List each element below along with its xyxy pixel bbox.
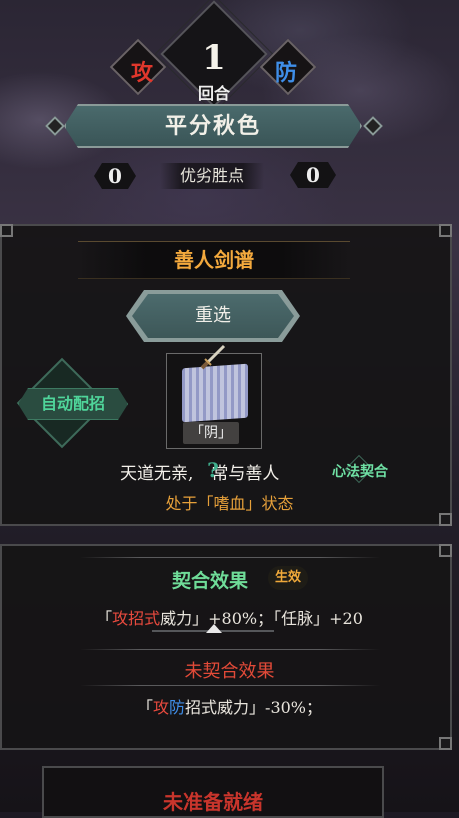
corner-ornament bbox=[439, 513, 452, 526]
round-number: 1 bbox=[202, 38, 226, 78]
nomatch-effect-text: 招式威力」-30%； bbox=[185, 698, 323, 717]
card-tag: 「阴」 bbox=[183, 422, 239, 444]
divider bbox=[80, 649, 380, 650]
nomatch-title: 未契合效果 bbox=[184, 661, 275, 682]
match-effect-text: 威力」+80%；「任脉」+20 bbox=[160, 609, 363, 628]
slider-marker[interactable] bbox=[206, 624, 222, 633]
round-label: 回合 bbox=[197, 84, 230, 103]
help-icon[interactable]: ? bbox=[204, 459, 222, 481]
attack-label: 攻 bbox=[130, 60, 153, 86]
divider bbox=[80, 557, 380, 558]
auto-assign-button[interactable]: 自动配招 bbox=[18, 388, 128, 420]
match-title: 契合效果 bbox=[171, 570, 248, 592]
divider bbox=[80, 685, 380, 686]
motto-part-a: 天道无亲, bbox=[120, 464, 194, 484]
scroll-icon bbox=[182, 363, 248, 423]
advantage-label: 优劣胜点 bbox=[160, 163, 264, 189]
sword-icon bbox=[200, 344, 226, 370]
corner-ornament bbox=[439, 544, 452, 557]
attack-text: 攻 bbox=[153, 698, 170, 717]
defense-label: 防 bbox=[274, 60, 297, 86]
xinfa-badge[interactable]: 心法契合 bbox=[320, 460, 400, 484]
skill-motto: 天道无亲, 常与善人 bbox=[120, 459, 340, 484]
bracket: 「 bbox=[136, 698, 153, 717]
corner-ornament bbox=[439, 737, 452, 750]
effect-active-badge: 生效 bbox=[268, 566, 308, 590]
state-line: 处于「嗜血」状态 bbox=[165, 494, 294, 513]
ready-status[interactable]: 未准备就绪 bbox=[42, 786, 384, 815]
reselect-button[interactable]: 重选 bbox=[132, 294, 294, 338]
attack-move-text: 攻招式 bbox=[112, 609, 161, 628]
right-score: 0 bbox=[290, 162, 336, 188]
left-score: 0 bbox=[94, 163, 136, 189]
bracket: 「 bbox=[96, 609, 113, 628]
defense-text: 防 bbox=[169, 698, 186, 717]
corner-ornament bbox=[439, 224, 452, 237]
nomatch-effect-line: 「攻防招式威力」-30%； bbox=[0, 694, 459, 718]
status-banner: 平分秋色 bbox=[164, 113, 261, 139]
match-effect-line: 「攻招式威力」+80%；「任脉」+20 bbox=[0, 605, 459, 629]
skill-title: 善人剑谱 bbox=[78, 241, 350, 279]
corner-ornament bbox=[0, 224, 13, 237]
